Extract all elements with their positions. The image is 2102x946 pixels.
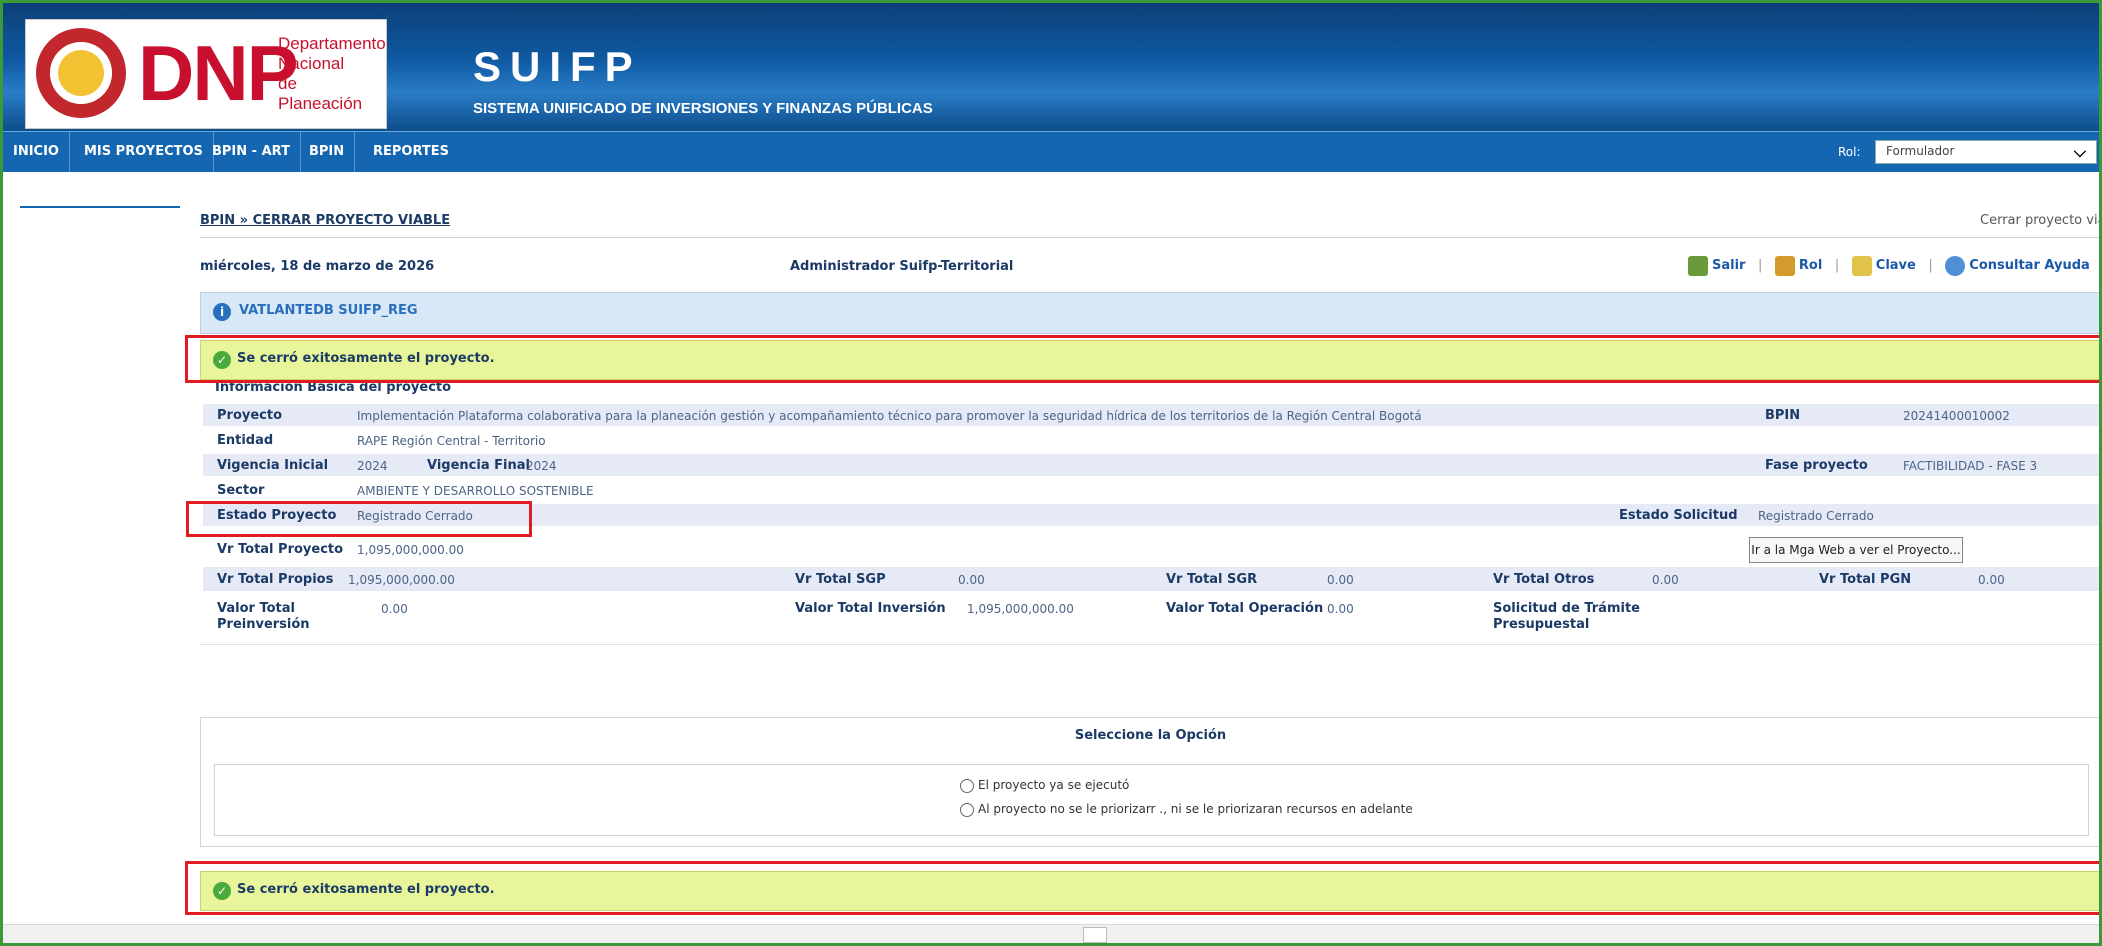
main-nav: INICIO MIS PROYECTOS BPIN - ART BPIN REP… (3, 131, 2099, 172)
footer-control[interactable] (1083, 927, 1107, 943)
highlight-box (185, 861, 2102, 915)
vr-total-proyecto-value: 1,095,000,000.00 (357, 543, 464, 557)
separator: | (1758, 258, 1763, 273)
separator: | (1834, 258, 1840, 273)
rol-link[interactable]: Rol (1799, 258, 1822, 273)
help-icon[interactable] (1945, 255, 1966, 276)
options-panel: Seleccione la Opción El proyecto ya se e… (200, 717, 2101, 847)
logo-line-3: de Planeación (278, 74, 363, 113)
nav-inicio[interactable]: INICIO (3, 132, 70, 172)
vr-total-proyecto-label: Vr Total Proyecto (217, 542, 344, 557)
info-row-proyecto: Proyecto Implementación Plataforma colab… (203, 404, 2099, 426)
valor-total-operacion-value: 0.00 (1327, 602, 1354, 616)
fase-value: FACTIBILIDAD - FASE 3 (1903, 459, 2038, 473)
info-row-totales: Vr Total Propios 1,095,000,000.00 Vr Tot… (203, 567, 2099, 591)
info-row-sector: Sector AMBIENTE Y DESARROLLO SOSTENIBLE (203, 479, 2099, 501)
proyecto-label: Proyecto (217, 408, 283, 423)
logo-subtitle: Departamento Nacional de Planeación (278, 34, 386, 114)
user-info-bar: i VATLANTEDB SUIFP_REG (200, 292, 2101, 334)
vr-total-sgp-label: Vr Total SGP (795, 572, 886, 587)
rol-label: Rol: (1838, 145, 1861, 159)
option-ejecutado-label: El proyecto ya se ejecutó (978, 778, 1130, 792)
rol-select-value: Formulador (1886, 144, 1955, 158)
colombia-seal-icon (36, 28, 126, 118)
bpin-value: 20241400010002 (1903, 409, 2010, 423)
vigencia-inicial-label: Vigencia Inicial (217, 458, 329, 473)
vr-total-otros-label: Vr Total Otros (1493, 572, 1595, 587)
toolbar: Salir | Rol | Clave | Consultar Ayuda (1688, 253, 2090, 279)
vr-total-propios-value: 1,095,000,000.00 (348, 573, 455, 587)
vr-total-propios-label: Vr Total Propios (217, 572, 334, 587)
logo-line-2: Nacional (278, 54, 345, 73)
vr-total-pgn-label: Vr Total PGN (1819, 572, 1912, 587)
logo-acronym: DNP (138, 29, 299, 117)
valor-total-inversion-label: Valor Total Inversión (795, 601, 946, 616)
radio-button[interactable] (960, 778, 974, 793)
clave-link[interactable]: Clave (1876, 258, 1916, 273)
salir-link[interactable]: Salir (1712, 258, 1745, 273)
vr-total-otros-value: 0.00 (1652, 573, 1679, 587)
valor-total-operacion-label: Valor Total Operación (1166, 601, 1324, 616)
left-divider (20, 206, 180, 208)
info-icon: i (213, 303, 231, 321)
radio-button[interactable] (960, 802, 974, 817)
nav-bpin[interactable]: BPIN (299, 132, 356, 172)
app-title: SUIFP (473, 43, 642, 90)
user-role-title: Administrador Suifp-Territorial (790, 259, 1014, 274)
key-icon[interactable] (1851, 255, 1872, 276)
nav-mis-proyectos[interactable]: MIS PROYECTOS (74, 132, 214, 172)
exit-icon[interactable] (1688, 255, 1708, 276)
mga-web-button[interactable]: Ir a la Mga Web a ver el Proyecto... (1749, 537, 1963, 563)
vr-total-sgr-value: 0.00 (1327, 573, 1354, 587)
separator: | (1928, 258, 1933, 273)
divider (200, 237, 2099, 238)
chevron-down-icon: ⌵ (2073, 142, 2086, 161)
vigencia-inicial-value: 2024 (357, 459, 388, 473)
bpin-label: BPIN (1765, 408, 1801, 423)
logo-line-1: Departamento (278, 34, 386, 53)
fase-label: Fase proyecto (1765, 458, 1868, 473)
sector-label: Sector (217, 483, 265, 498)
valor-total-preinversion-value: 0.00 (381, 602, 408, 616)
highlight-box (186, 501, 532, 537)
entidad-value: RAPE Región Central - Territorio (357, 434, 546, 448)
user-account: VATLANTEDB SUIFP_REG (239, 303, 418, 318)
entidad-label: Entidad (217, 433, 274, 448)
info-row-entidad: Entidad RAPE Región Central - Territorio (203, 429, 2099, 451)
nav-bpin-art[interactable]: BPIN - ART (202, 132, 301, 172)
vr-total-sgp-value: 0.00 (958, 573, 985, 587)
ayuda-link[interactable]: Consultar Ayuda (1969, 258, 2090, 273)
estado-solicitud-value: Registrado Cerrado (1758, 509, 1874, 523)
sector-value: AMBIENTE Y DESARROLLO SOSTENIBLE (357, 484, 594, 498)
valor-total-inversion-value: 1,095,000,000.00 (967, 602, 1074, 616)
user-role-icon[interactable] (1774, 255, 1795, 276)
current-date: miércoles, 18 de marzo de 2026 (200, 259, 435, 274)
options-title: Seleccione la Opción (1074, 728, 1227, 743)
vr-total-sgr-label: Vr Total SGR (1166, 572, 1258, 587)
page-footer (3, 924, 2099, 944)
valor-total-preinversion-label: Valor Total Preinversión (217, 601, 310, 632)
options-list: El proyecto ya se ejecutó Al proyecto no… (214, 764, 2089, 836)
breadcrumb[interactable]: BPIN » CERRAR PROYECTO VIABLE (200, 213, 450, 228)
proyecto-value: Implementación Plataforma colaborativa p… (357, 409, 1422, 423)
option-no-priorizado-label: Al proyecto no se le priorizarr ., ni se… (978, 802, 1413, 816)
highlight-box (185, 335, 2102, 383)
estado-solicitud-label: Estado Solicitud (1619, 508, 1738, 523)
info-bottom-border (200, 644, 2099, 645)
vigencia-final-value: 2024 (526, 459, 557, 473)
vigencia-final-label: Vigencia Final (427, 458, 530, 473)
info-row-valores: Valor Total Preinversión 0.00 Valor Tota… (203, 597, 2099, 641)
option-no-priorizado[interactable]: Al proyecto no se le priorizarr ., ni se… (960, 802, 1413, 817)
nav-reportes[interactable]: REPORTES (363, 132, 459, 172)
rol-select[interactable]: Formulador ⌵ (1875, 140, 2097, 164)
vr-total-pgn-value: 0.00 (1978, 573, 2005, 587)
dnp-logo[interactable]: DNP Departamento Nacional de Planeación (25, 19, 387, 129)
site-header: DNP Departamento Nacional de Planeación … (3, 3, 2099, 131)
option-ejecutado[interactable]: El proyecto ya se ejecutó (960, 778, 1129, 793)
page-title-right: Cerrar proyecto viab (1980, 213, 2102, 228)
app-subtitle: SISTEMA UNIFICADO DE INVERSIONES Y FINAN… (473, 100, 933, 117)
solicitud-tramite-label: Solicitud de Trámite Presupuestal (1493, 601, 1640, 632)
info-row-vigencia: Vigencia Inicial 2024 Vigencia Final 202… (203, 454, 2099, 476)
